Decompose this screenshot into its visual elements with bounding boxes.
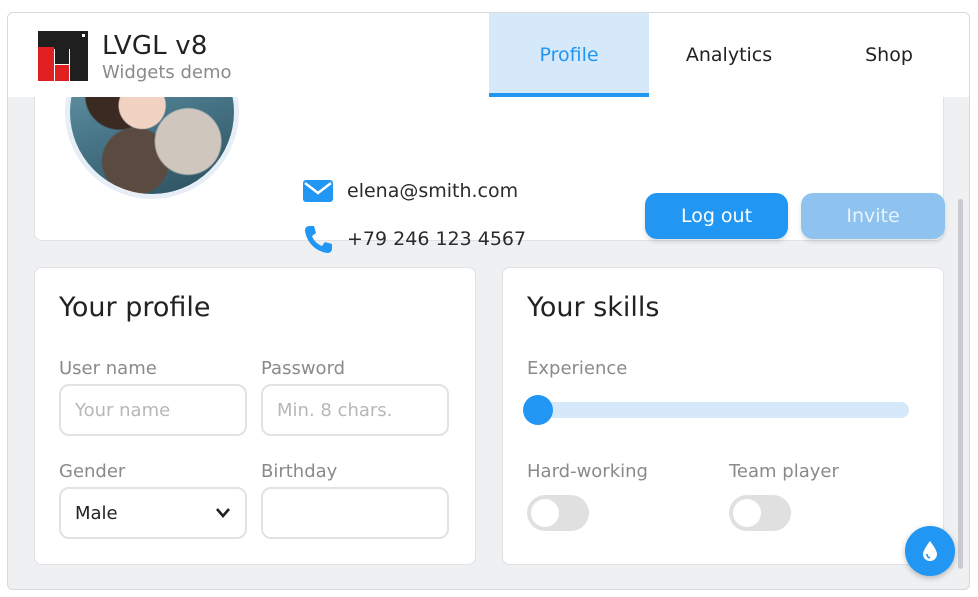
- lvgl-logo-icon: [38, 31, 88, 81]
- gender-label: Gender: [59, 461, 126, 482]
- username-label: User name: [59, 358, 157, 379]
- password-placeholder: Min. 8 chars.: [277, 399, 393, 421]
- your-profile-card: Your profile User name Your name Passwor…: [34, 267, 476, 565]
- gender-dropdown[interactable]: Male: [59, 487, 247, 539]
- tab-profile[interactable]: Profile: [489, 13, 649, 97]
- switch-knob: [733, 499, 761, 527]
- teamplayer-switch[interactable]: [729, 495, 791, 531]
- email-row: elena@smith.com: [303, 180, 518, 202]
- experience-label: Experience: [527, 358, 628, 379]
- app-title: LVGL v8: [102, 31, 208, 61]
- password-input[interactable]: Min. 8 chars.: [261, 384, 449, 436]
- app-window: LVGL v8 Widgets demo Profile Analytics S…: [7, 12, 970, 590]
- envelope-icon: [303, 180, 333, 202]
- experience-slider-knob[interactable]: [523, 395, 553, 425]
- hardworking-label: Hard-working: [527, 461, 648, 482]
- theme-color-button[interactable]: [905, 526, 955, 576]
- username-input[interactable]: Your name: [59, 384, 247, 436]
- password-label: Password: [261, 358, 346, 379]
- header-bar: LVGL v8 Widgets demo Profile Analytics S…: [8, 13, 969, 97]
- birthday-label: Birthday: [261, 461, 338, 482]
- logout-button[interactable]: Log out: [645, 193, 788, 239]
- teamplayer-label: Team player: [729, 461, 839, 482]
- gender-value: Male: [75, 502, 118, 524]
- chevron-down-icon: [216, 508, 230, 518]
- tab-analytics[interactable]: Analytics: [649, 13, 809, 97]
- tab-shop[interactable]: Shop: [809, 13, 969, 97]
- tab-bar: Profile Analytics Shop: [489, 13, 969, 97]
- experience-slider[interactable]: [527, 402, 909, 418]
- username-placeholder: Your name: [75, 399, 171, 421]
- phone-row: +79 246 123 4567: [303, 224, 526, 254]
- your-skills-card: Your skills Experience Hard-working Team…: [502, 267, 944, 565]
- hardworking-switch[interactable]: [527, 495, 589, 531]
- scrollbar[interactable]: [958, 199, 963, 569]
- your-profile-title: Your profile: [59, 292, 211, 323]
- switch-knob: [531, 499, 559, 527]
- phone-text: +79 246 123 4567: [347, 228, 527, 250]
- birthday-input[interactable]: [261, 487, 449, 539]
- phone-icon: [305, 226, 332, 253]
- app-subtitle: Widgets demo: [102, 62, 232, 83]
- your-skills-title: Your skills: [527, 292, 660, 323]
- drop-icon: [923, 541, 937, 561]
- invite-button[interactable]: Invite: [801, 193, 945, 239]
- email-text: elena@smith.com: [347, 180, 519, 202]
